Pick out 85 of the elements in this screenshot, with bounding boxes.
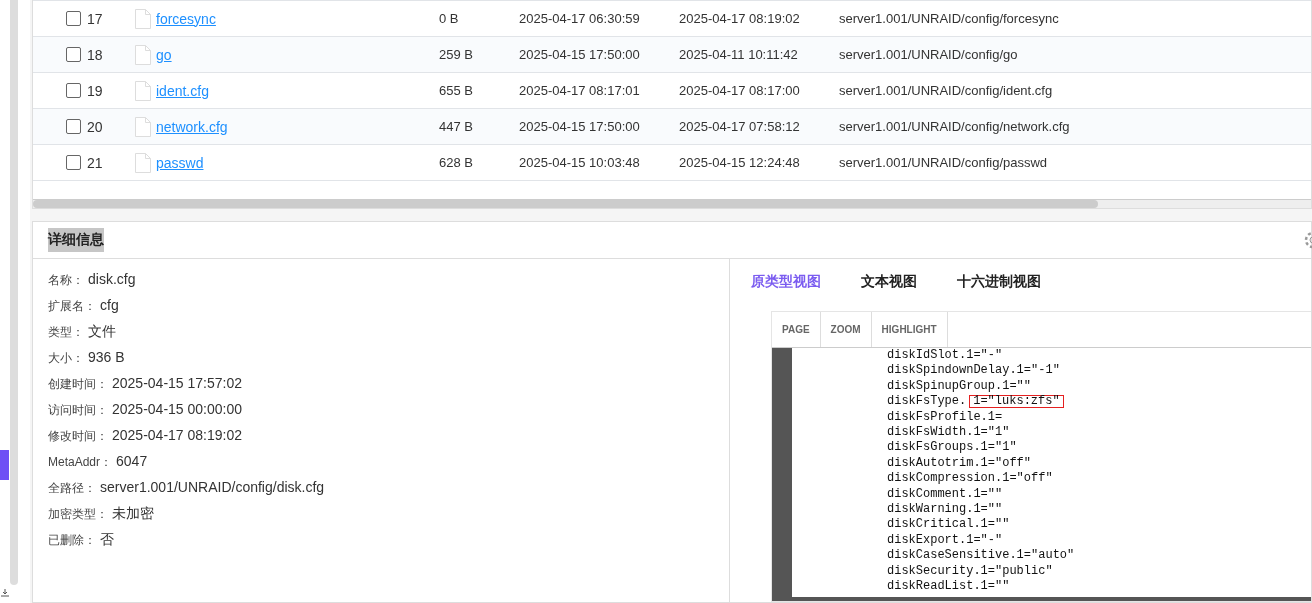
field-label: 加密类型： bbox=[48, 506, 108, 523]
code-line: diskSecurity.1="public" bbox=[887, 563, 1054, 580]
table-cell-text: 447 B bbox=[439, 119, 474, 134]
code-line: diskComment.1="" bbox=[887, 486, 1004, 503]
file-icon bbox=[135, 152, 151, 173]
code-line: diskExport.1="-" bbox=[887, 532, 1004, 549]
field-label: 类型： bbox=[48, 324, 84, 341]
table-cell-text: server1.001/UNRAID/config/forcesync bbox=[839, 11, 1060, 26]
file-icon bbox=[135, 8, 151, 29]
code-line: diskSpinupGroup.1="" bbox=[887, 378, 1033, 395]
code-line: diskCompression.1="off" bbox=[887, 471, 1054, 487]
table-cell-text: 628 B bbox=[439, 155, 474, 170]
file-icon bbox=[135, 44, 151, 65]
field-value: 6047 bbox=[116, 452, 148, 471]
table-cell-text: 2025-04-15 17:50:00 bbox=[519, 47, 641, 62]
field-value: 否 bbox=[100, 530, 114, 549]
table-cell-text: 2025-04-17 07:58:12 bbox=[679, 119, 801, 134]
row-number: 21 bbox=[87, 154, 103, 171]
code-line: diskSpindownDelay.1="-1" bbox=[887, 363, 1061, 379]
code-line: diskIdSlot.1="-" bbox=[887, 348, 1004, 364]
table-cell-text: 0 B bbox=[439, 11, 460, 26]
field-label: 已删除： bbox=[48, 532, 96, 549]
horizontal-scrollbar[interactable] bbox=[33, 199, 1311, 208]
view-tab[interactable]: 文本视图 bbox=[861, 273, 917, 311]
field-value: cfg bbox=[100, 296, 119, 315]
viewer-scrollbar[interactable] bbox=[772, 597, 1311, 601]
view-tab[interactable]: 十六进制视图 bbox=[957, 273, 1041, 311]
field-label: 扩展名： bbox=[48, 298, 96, 315]
field-label: 名称： bbox=[48, 272, 84, 289]
field-label: 访问时间： bbox=[48, 402, 108, 419]
field-value: 936 B bbox=[88, 348, 125, 367]
table-cell-text: 259 B bbox=[439, 47, 474, 62]
table-cell-text: 2025-04-15 10:03:48 bbox=[519, 155, 641, 170]
file-link[interactable]: go bbox=[156, 46, 172, 63]
code-line: diskReadList.1="" bbox=[887, 579, 1011, 595]
row-checkbox[interactable] bbox=[66, 155, 81, 170]
field-value: server1.001/UNRAID/config/disk.cfg bbox=[100, 478, 325, 497]
code-line: diskFsProfile.1= bbox=[887, 409, 1004, 426]
row-number: 17 bbox=[87, 10, 103, 27]
code-line: diskCaseSensitive.1="auto" bbox=[887, 548, 1075, 564]
row-number: 19 bbox=[87, 82, 103, 99]
code-line: diskFsGroups.1="1" bbox=[887, 440, 1018, 456]
row-checkbox[interactable] bbox=[66, 119, 81, 134]
table-cell-text: 2025-04-17 08:17:01 bbox=[519, 83, 641, 98]
table-cell-text: 655 B bbox=[439, 83, 474, 98]
table-cell-text: 2025-04-17 08:17:00 bbox=[679, 83, 801, 98]
table-cell-text: server1.001/UNRAID/config/ident.cfg bbox=[839, 83, 1054, 98]
table-cell-text: server1.001/UNRAID/config/go bbox=[839, 47, 1019, 62]
field-label: 修改时间： bbox=[48, 428, 108, 445]
details-title: 详细信息 bbox=[48, 228, 104, 252]
field-value: 2025-04-17 08:19:02 bbox=[112, 426, 242, 445]
file-link[interactable]: network.cfg bbox=[156, 118, 228, 135]
field-label: MetaAddr： bbox=[48, 454, 113, 471]
field-value: 文件 bbox=[88, 322, 116, 341]
file-link[interactable]: ident.cfg bbox=[156, 82, 209, 99]
table-cell-text: server1.001/UNRAID/config/network.cfg bbox=[839, 119, 1071, 134]
download-icon[interactable] bbox=[0, 589, 10, 597]
table-cell-text: server1.001/UNRAID/config/passwd bbox=[839, 155, 1049, 170]
file-icon bbox=[135, 116, 151, 137]
code-line: diskCritical.1="" bbox=[887, 517, 1011, 533]
field-label: 大小： bbox=[48, 350, 84, 367]
field-value: 2025-04-15 00:00:00 bbox=[112, 400, 242, 419]
file-link[interactable]: forcesync bbox=[156, 10, 216, 27]
file-icon bbox=[135, 80, 151, 101]
table-cell-text: 2025-04-15 12:24:48 bbox=[679, 155, 801, 170]
code-line: diskAutotrim.1="off" bbox=[887, 455, 1033, 472]
field-value: disk.cfg bbox=[88, 270, 136, 289]
code-line: diskFsWidth.1="1" bbox=[887, 425, 1011, 441]
row-checkbox[interactable] bbox=[66, 47, 81, 62]
row-number: 18 bbox=[87, 46, 103, 63]
file-link[interactable]: passwd bbox=[156, 154, 204, 171]
code-line: diskWarning.1="" bbox=[887, 502, 1004, 518]
code-line: diskFsType. 1="luks:zfs" bbox=[887, 394, 1075, 410]
field-label: 创建时间： bbox=[48, 376, 108, 393]
row-number: 20 bbox=[87, 118, 103, 135]
row-checkbox[interactable] bbox=[66, 11, 81, 26]
table-cell-text: 2025-04-15 17:50:00 bbox=[519, 119, 641, 134]
view-tab[interactable]: 原类型视图 bbox=[751, 273, 821, 311]
table-cell-text: 2025-04-17 08:19:02 bbox=[679, 11, 801, 26]
table-cell-text: 2025-04-11 10:11:42 bbox=[679, 47, 799, 62]
row-checkbox[interactable] bbox=[66, 83, 81, 98]
field-label: 全路径： bbox=[48, 480, 96, 497]
field-value: 未加密 bbox=[112, 504, 154, 523]
field-value: 2025-04-15 17:57:02 bbox=[112, 374, 242, 393]
table-cell-text: 2025-04-17 06:30:59 bbox=[519, 11, 641, 26]
